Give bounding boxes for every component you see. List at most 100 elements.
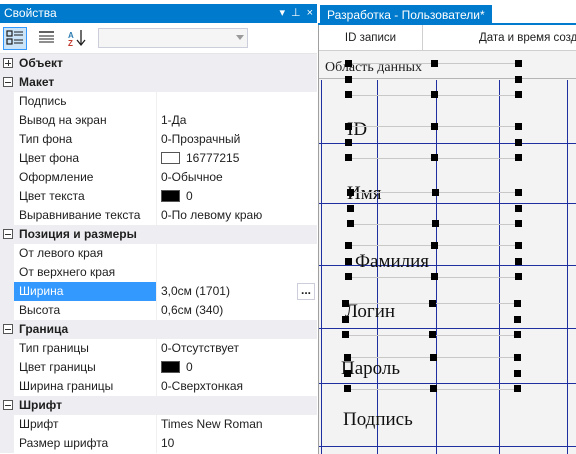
resize-handle[interactable] [515, 123, 522, 130]
collapse-icon[interactable] [3, 324, 13, 334]
resize-handle[interactable] [344, 370, 351, 377]
property-row[interactable]: От левого края [0, 244, 317, 263]
resize-handle[interactable] [345, 258, 352, 265]
property-row[interactable]: Цвет границы 0 [0, 358, 317, 377]
field-label[interactable]: Подпись [343, 409, 413, 431]
property-row[interactable]: Цвет фона 16777215 [0, 149, 317, 168]
resize-handle[interactable] [345, 91, 352, 98]
resize-handle[interactable] [347, 220, 354, 227]
property-category[interactable]: Позиция и размеры [0, 225, 317, 244]
property-value[interactable]: 0-По левому краю [161, 206, 311, 225]
resize-handle[interactable] [514, 300, 521, 307]
resize-handle[interactable] [430, 354, 437, 361]
resize-handle[interactable] [514, 385, 521, 392]
property-value[interactable]: 16777215 [161, 149, 311, 168]
field-label[interactable]: Логин [345, 301, 395, 323]
resize-handle[interactable] [430, 385, 437, 392]
resize-handle[interactable] [345, 76, 352, 83]
property-row[interactable]: Ширина 3,0см (1701)... [0, 282, 317, 301]
resize-handle[interactable] [431, 273, 438, 280]
collapse-icon[interactable] [3, 229, 13, 239]
categorized-view-button[interactable] [3, 27, 27, 50]
object-selector-dropdown[interactable] [98, 28, 248, 48]
resize-handle[interactable] [515, 139, 522, 146]
property-row[interactable]: Вывод на экран 1-Да [0, 111, 317, 130]
resize-handle[interactable] [431, 123, 438, 130]
property-row[interactable]: Цвет текста 0 [0, 187, 317, 206]
property-category[interactable]: Макет [0, 73, 317, 92]
resize-handle[interactable] [515, 242, 522, 249]
detail-section-label[interactable]: Область данных [319, 57, 576, 79]
resize-handle[interactable] [515, 189, 522, 196]
property-row[interactable]: Ширина границы 0-Сверхтонкая [0, 377, 317, 396]
resize-handle[interactable] [347, 205, 354, 212]
resize-handle[interactable] [347, 189, 354, 196]
detail-section[interactable]: ID Имя Фамилия Логин Пароль Подпись [319, 60, 576, 454]
property-row[interactable]: Выравнивание текста 0-По левому краю [0, 206, 317, 225]
property-value[interactable]: 0 [161, 358, 311, 377]
property-value[interactable]: 3,0см (1701) [161, 282, 311, 301]
resize-handle[interactable] [431, 154, 438, 161]
collapse-icon[interactable] [3, 77, 13, 87]
resize-handle[interactable] [342, 300, 349, 307]
property-value[interactable]: 0-Отсутствует [161, 339, 311, 358]
resize-handle[interactable] [344, 385, 351, 392]
close-icon[interactable]: × [307, 4, 313, 23]
property-value[interactable]: Times New Roman [161, 415, 311, 434]
property-row[interactable]: Тип границы 0-Отсутствует [0, 339, 317, 358]
column-header-id[interactable]: ID записи [319, 25, 423, 51]
resize-handle[interactable] [345, 123, 352, 130]
property-category[interactable]: Шрифт [0, 396, 317, 415]
resize-handle[interactable] [344, 354, 351, 361]
dropdown-arrow-icon[interactable]: ▾ [279, 4, 285, 23]
resize-handle[interactable] [515, 273, 522, 280]
property-value[interactable]: 0-Сверхтонкая [161, 377, 311, 396]
expand-icon[interactable] [3, 58, 13, 68]
resize-handle[interactable] [345, 139, 352, 146]
ellipsis-button[interactable]: ... [297, 283, 315, 300]
property-row[interactable]: Тип фона 0-Прозрачный [0, 130, 317, 149]
resize-handle[interactable] [429, 300, 436, 307]
property-row[interactable]: От верхнего края [0, 263, 317, 282]
resize-handle[interactable] [514, 316, 521, 323]
resize-handle[interactable] [432, 189, 439, 196]
property-row[interactable]: Оформление 0-Обычное [0, 168, 317, 187]
resize-handle[interactable] [345, 154, 352, 161]
property-value[interactable]: 10 [161, 434, 311, 453]
resize-handle[interactable] [429, 331, 436, 338]
resize-handle[interactable] [432, 220, 439, 227]
property-row[interactable]: Высота 0,6см (340) [0, 301, 317, 320]
resize-handle[interactable] [515, 91, 522, 98]
property-row[interactable]: Размер шрифта 10 [0, 434, 317, 453]
resize-handle[interactable] [345, 60, 352, 67]
resize-handle[interactable] [345, 242, 352, 249]
sort-button[interactable]: A Z [66, 27, 90, 50]
resize-handle[interactable] [514, 370, 521, 377]
pin-icon[interactable]: ⊥ [291, 4, 301, 23]
resize-handle[interactable] [342, 316, 349, 323]
resize-handle[interactable] [431, 91, 438, 98]
resize-handle[interactable] [515, 154, 522, 161]
alphabetical-view-button[interactable] [35, 27, 59, 50]
column-header-created[interactable]: Дата и время созд [423, 25, 576, 51]
resize-handle[interactable] [345, 273, 352, 280]
resize-handle[interactable] [515, 60, 522, 67]
property-category[interactable]: Граница [0, 320, 317, 339]
tab-users-design[interactable]: Разработка - Пользователи* [320, 5, 492, 25]
property-row[interactable]: Шрифт Times New Roman [0, 415, 317, 434]
property-category[interactable]: Объект [0, 54, 317, 73]
field-label[interactable]: Фамилия [355, 251, 429, 273]
resize-handle[interactable] [515, 258, 522, 265]
property-row[interactable]: Подпись [0, 92, 317, 111]
property-value[interactable]: 0 [161, 187, 311, 206]
property-value[interactable]: 0,6см (340) [161, 301, 311, 320]
resize-handle[interactable] [431, 242, 438, 249]
resize-handle[interactable] [431, 60, 438, 67]
collapse-icon[interactable] [3, 400, 13, 410]
resize-handle[interactable] [342, 331, 349, 338]
property-value[interactable]: 0-Обычное [161, 168, 311, 187]
resize-handle[interactable] [515, 205, 522, 212]
resize-handle[interactable] [515, 220, 522, 227]
resize-handle[interactable] [514, 354, 521, 361]
property-value[interactable]: 0-Прозрачный [161, 130, 311, 149]
